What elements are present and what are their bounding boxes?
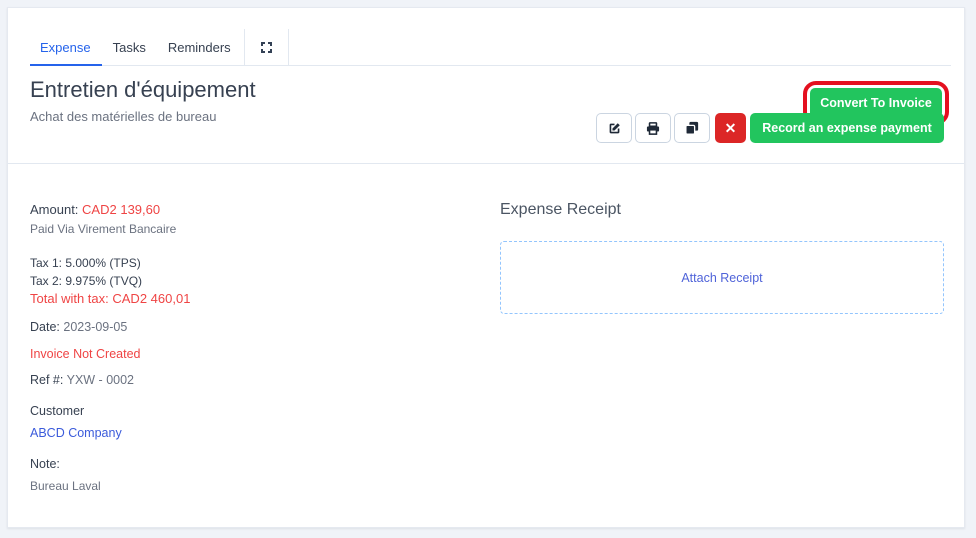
ref-label: Ref #:: [30, 373, 64, 387]
customer-link[interactable]: ABCD Company: [30, 426, 122, 440]
tab-bar: Expense Tasks Reminders: [30, 29, 951, 66]
total-with-tax: Total with tax: CAD2 460,01: [30, 291, 191, 306]
duplicate-button[interactable]: [674, 113, 710, 143]
record-expense-payment-button[interactable]: Record an expense payment: [750, 113, 944, 143]
invoice-status: Invoice Not Created: [30, 347, 141, 361]
edit-button[interactable]: [596, 113, 632, 143]
fullscreen-icon: [260, 41, 272, 53]
close-icon: ✕: [724, 119, 737, 136]
tab-tasks[interactable]: Tasks: [102, 29, 157, 65]
customer-label: Customer: [30, 404, 85, 418]
date-value: 2023-09-05: [63, 320, 128, 334]
amount-row: Amount: CAD2 139,60: [30, 202, 160, 217]
tax-2: Tax 2: 9.975% (TVQ): [30, 274, 143, 288]
print-icon: [646, 121, 660, 135]
receipt-dropzone[interactable]: Attach Receipt: [500, 241, 944, 314]
amount-value: CAD2 139,60: [82, 202, 161, 217]
attach-receipt-link[interactable]: Attach Receipt: [681, 271, 762, 285]
ref-row: Ref #: YXW - 0002: [30, 373, 134, 387]
page-subtitle: Achat des matérielles de bureau: [30, 109, 217, 124]
action-toolbar: ✕ Record an expense payment: [596, 113, 944, 143]
note-label: Note:: [30, 457, 60, 471]
date-label: Date:: [30, 320, 60, 334]
receipt-title: Expense Receipt: [500, 201, 621, 218]
edit-icon: [609, 122, 620, 133]
copy-icon: [685, 121, 699, 135]
tax-1: Tax 1: 5.000% (TPS): [30, 256, 141, 270]
note-value: Bureau Laval: [30, 479, 101, 493]
page-title: Entretien d'équipement: [30, 77, 256, 102]
date-row: Date: 2023-09-05: [30, 320, 127, 334]
amount-label: Amount:: [30, 202, 79, 217]
paid-via: Paid Via Virement Bancaire: [30, 222, 177, 236]
tab-reminders[interactable]: Reminders: [157, 29, 242, 65]
tab-expense[interactable]: Expense: [30, 29, 102, 66]
print-button[interactable]: [635, 113, 671, 143]
delete-button[interactable]: ✕: [715, 113, 746, 143]
expense-card: Expense Tasks Reminders Entretien d'équi…: [7, 7, 965, 528]
fullscreen-toggle[interactable]: [243, 29, 289, 65]
header-divider: [8, 163, 964, 164]
ref-value: YXW - 0002: [66, 373, 134, 387]
